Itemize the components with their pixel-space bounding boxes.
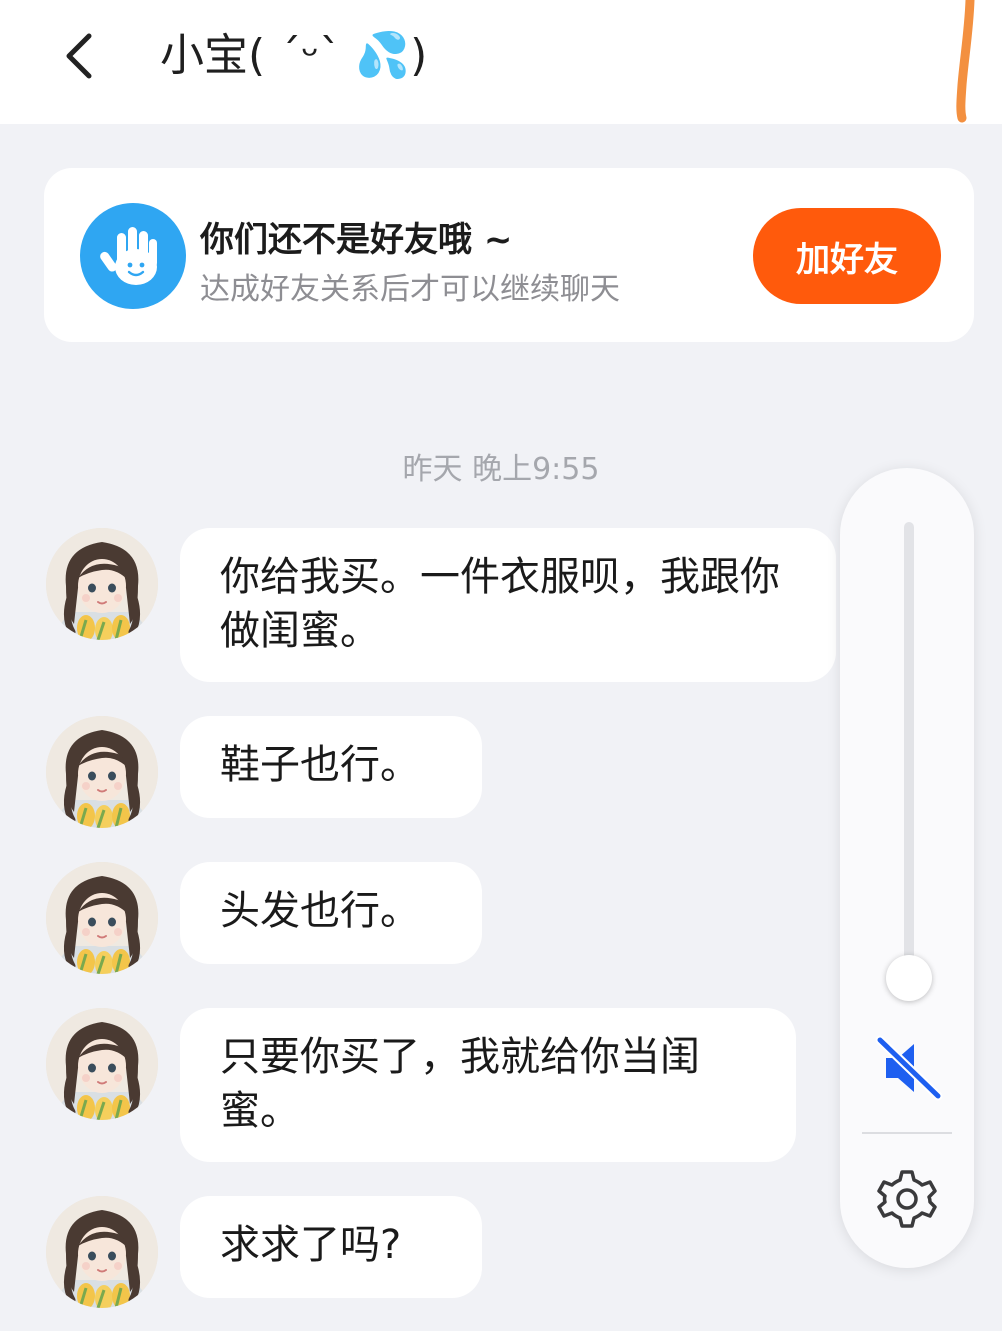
volume-slider-track[interactable] (904, 522, 914, 978)
hand-wave-icon (80, 203, 186, 309)
volume-slider-thumb[interactable] (886, 955, 932, 1001)
message-bubble[interactable]: 头发也行。 (180, 862, 482, 964)
add-friend-button[interactable]: 加好友 (753, 208, 941, 304)
avatar-image (46, 1008, 158, 1120)
chat-title: 小宝( ˊᵕˋ 💦) (160, 30, 428, 81)
back-button[interactable] (56, 28, 100, 84)
contact-avatar[interactable] (46, 862, 158, 974)
contact-avatar[interactable] (46, 528, 158, 640)
mute-toggle-button[interactable] (872, 1032, 944, 1104)
contact-avatar[interactable] (46, 1196, 158, 1308)
message-timestamp: 昨天 晚上9:55 (402, 452, 600, 487)
message-bubble[interactable]: 只要你买了，我就给你当闺蜜。 (180, 1008, 796, 1162)
contact-avatar[interactable] (46, 716, 158, 828)
panel-divider (862, 1132, 952, 1134)
chevron-left-icon (66, 33, 92, 79)
orange-ink-stroke (956, 0, 975, 123)
gear-icon (877, 1170, 937, 1228)
avatar-image (46, 528, 158, 640)
chat-header: 小宝( ˊᵕˋ 💦) (0, 0, 1002, 124)
avatar-image (46, 862, 158, 974)
sound-settings-button[interactable] (874, 1166, 940, 1232)
not-friends-title: 你们还不是好友哦 ~ (200, 220, 513, 260)
contact-avatar[interactable] (46, 1008, 158, 1120)
message-bubble[interactable]: 求求了吗? (180, 1196, 482, 1298)
message-bubble[interactable]: 你给我买。一件衣服呗，我跟你做闺蜜。 (180, 528, 836, 682)
speaker-muted-icon (875, 1035, 943, 1101)
avatar-image (46, 1196, 158, 1308)
message-bubble[interactable]: 鞋子也行。 (180, 716, 482, 818)
avatar-image (46, 716, 158, 828)
not-friends-subtitle: 达成好友关系后才可以继续聊天 (200, 272, 620, 307)
